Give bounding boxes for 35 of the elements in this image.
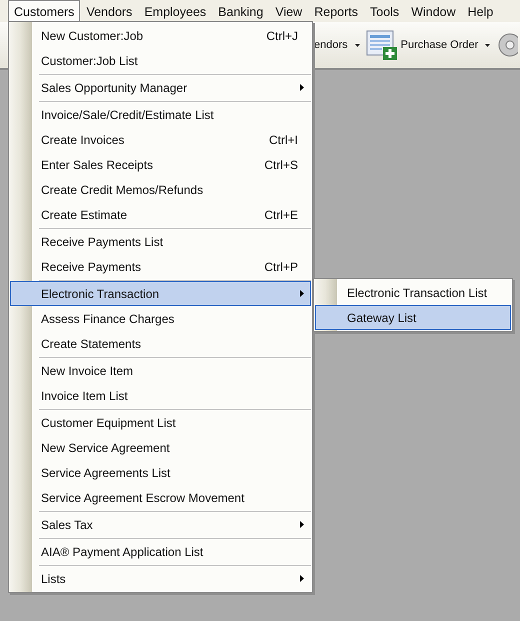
menu-item[interactable]: Create Invoices Ctrl+I	[10, 127, 311, 152]
menu-item[interactable]: Sales Opportunity Manager	[10, 75, 311, 100]
menu-bar-item[interactable]: Customers	[8, 0, 80, 22]
menu-bar-item[interactable]: Banking	[212, 0, 270, 22]
menu-bar-item[interactable]: Help	[462, 0, 500, 22]
menu-item[interactable]: Service Agreements List	[10, 460, 311, 485]
menu-item[interactable]: Sales Tax	[10, 512, 311, 537]
menu-bar-item[interactable]: Window	[405, 0, 462, 22]
menu-bar-item[interactable]: Employees	[138, 0, 212, 22]
menu-item[interactable]: Create Credit Memos/Refunds	[10, 177, 311, 202]
toolbar-button[interactable]: Purchase Order	[364, 27, 492, 63]
menu-bar-item[interactable]: Reports	[308, 0, 364, 22]
menu-item[interactable]: Receive Payments List	[10, 229, 311, 254]
menu-item[interactable]: Lists	[10, 566, 311, 591]
menu-bar-item[interactable]: Vendors	[80, 0, 138, 22]
menu-bar-item[interactable]: Tools	[364, 0, 406, 22]
menu-item[interactable]: AIA® Payment Application List	[10, 539, 311, 564]
menu-item[interactable]: New Service Agreement	[10, 435, 311, 460]
menu-item[interactable]: Electronic Transaction List	[315, 280, 511, 305]
toolbar-button[interactable]: endors	[312, 27, 362, 63]
menu-bar-item[interactable]: View	[269, 0, 308, 22]
menu-item[interactable]: Customer Equipment List	[10, 410, 311, 435]
menu-item[interactable]: Service Agreement Escrow Movement	[10, 485, 311, 510]
menu-item[interactable]: Create Statements	[10, 331, 311, 356]
menu-item[interactable]: Electronic Transaction	[10, 281, 311, 306]
menu-item[interactable]: Enter Sales Receipts Ctrl+S	[10, 152, 311, 177]
menu-item[interactable]: Receive Payments Ctrl+P	[10, 254, 311, 279]
menu-item[interactable]: New Customer:Job Ctrl+J	[10, 23, 311, 48]
menu-item[interactable]: New Invoice Item	[10, 358, 311, 383]
menu-item[interactable]: Invoice Item List	[10, 383, 311, 408]
menu-item[interactable]: Assess Finance Charges	[10, 306, 311, 331]
menu-item[interactable]: Create Estimate Ctrl+E	[10, 202, 311, 227]
menu-item[interactable]: Invoice/Sale/Credit/Estimate List	[10, 102, 311, 127]
menu-item[interactable]: Customer:Job List	[10, 48, 311, 73]
menu-item[interactable]: Gateway List	[315, 305, 511, 330]
